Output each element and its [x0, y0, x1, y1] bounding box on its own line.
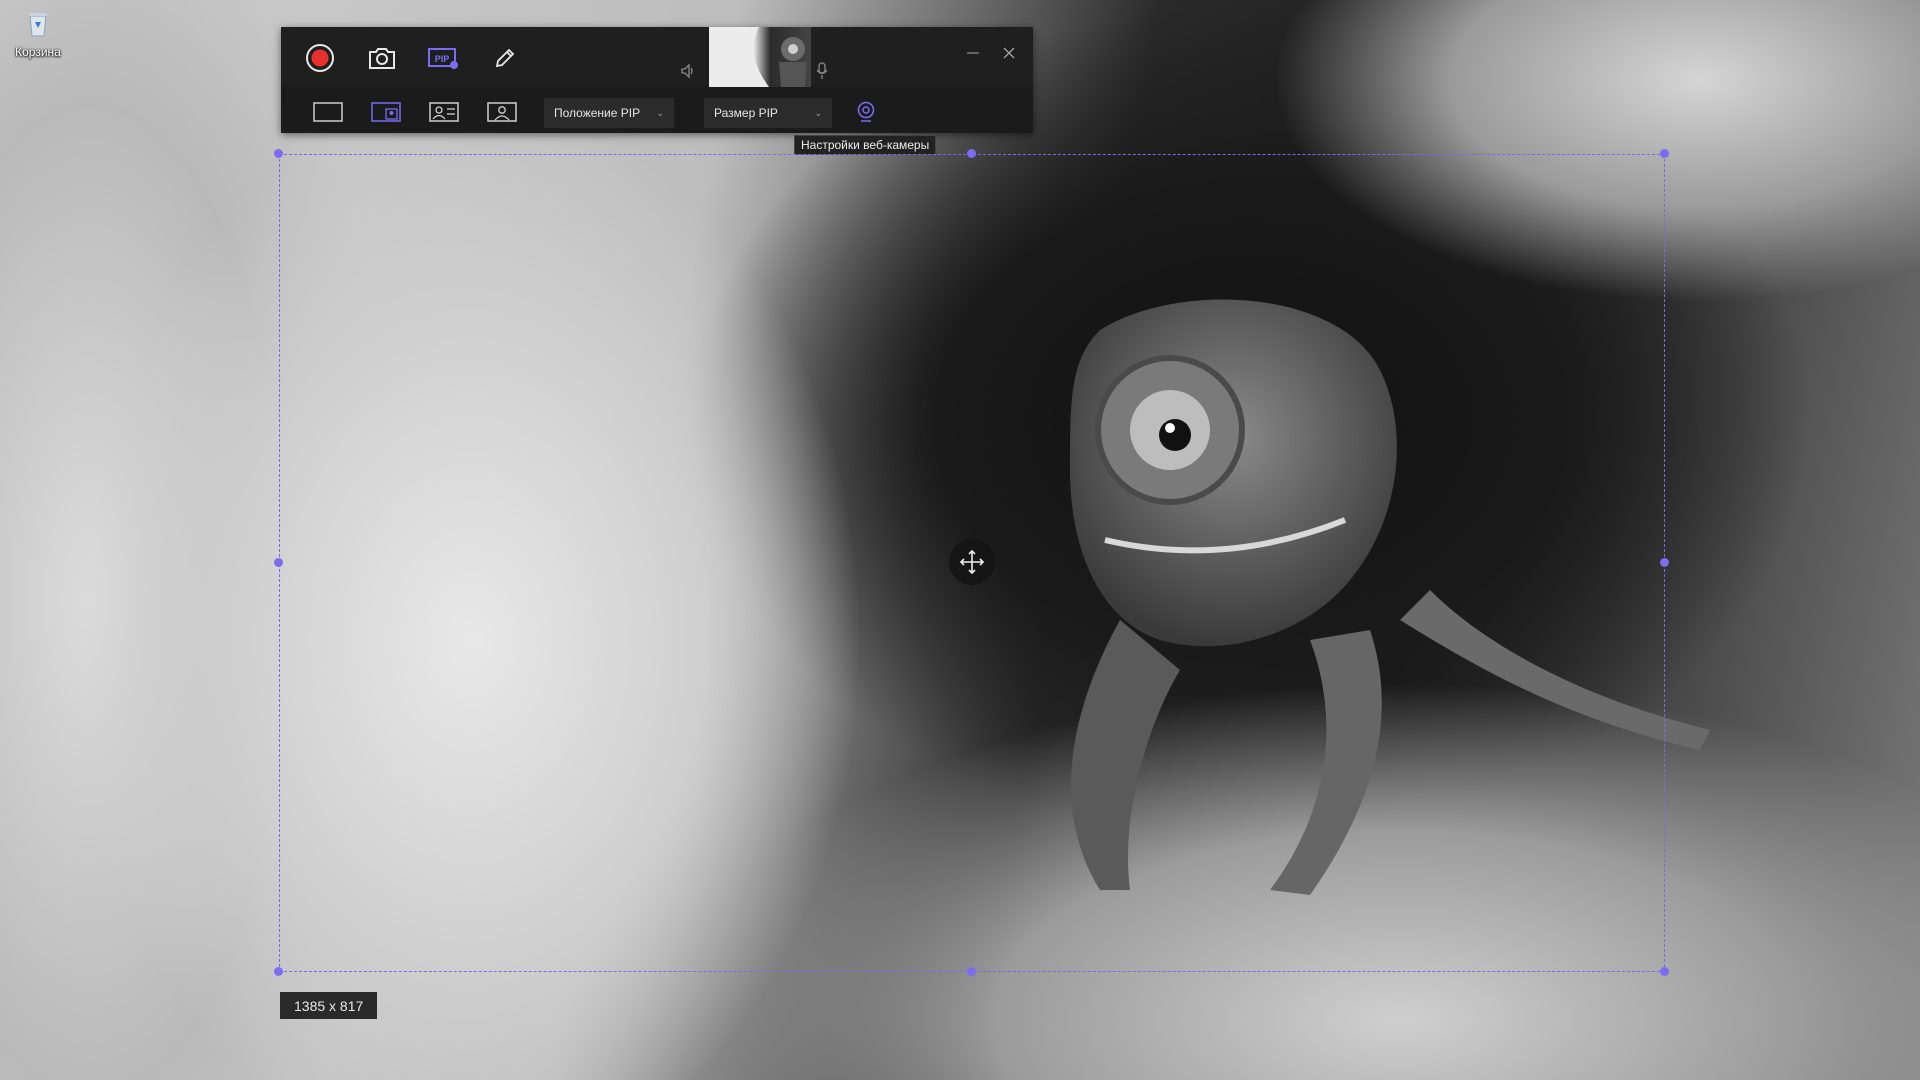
- recycle-bin-shortcut[interactable]: Корзина: [8, 8, 68, 59]
- resize-handle-bottom[interactable]: [967, 967, 976, 976]
- minimize-button[interactable]: [961, 41, 985, 65]
- webcam-preview[interactable]: [709, 27, 811, 87]
- camera-only-icon: [487, 102, 517, 122]
- camera-icon: [369, 48, 395, 69]
- system-audio-button[interactable]: [678, 61, 698, 81]
- pip-icon: PIP: [428, 48, 458, 69]
- record-icon: [306, 44, 334, 72]
- pip-position-dropdown[interactable]: Положение PIP ⌄: [544, 98, 674, 128]
- layout-camera-only-button[interactable]: [485, 97, 519, 127]
- move-arrows-icon: [959, 549, 985, 575]
- minimize-icon: [967, 52, 979, 54]
- layout-pip-side-button[interactable]: [427, 97, 461, 127]
- pip-position-label: Положение PIP: [554, 106, 641, 120]
- close-button[interactable]: [997, 41, 1021, 65]
- resize-handle-top-left[interactable]: [274, 149, 283, 158]
- chevron-down-icon: ⌄: [814, 107, 822, 118]
- screen-only-icon: [313, 102, 343, 122]
- speaker-icon: [681, 63, 693, 79]
- pencil-icon: [495, 48, 515, 68]
- resize-handle-top[interactable]: [967, 149, 976, 158]
- move-region-handle[interactable]: [949, 539, 995, 585]
- pip-toggle-button[interactable]: PIP: [425, 40, 461, 76]
- microphone-icon: [816, 62, 828, 79]
- resize-handle-top-right[interactable]: [1660, 149, 1669, 158]
- resize-handle-bottom-left[interactable]: [274, 967, 283, 976]
- close-icon: [1003, 47, 1015, 59]
- annotate-button[interactable]: [487, 40, 523, 76]
- resize-handle-left[interactable]: [274, 558, 283, 567]
- pip-label: PIP: [435, 54, 450, 64]
- microphone-button[interactable]: [812, 61, 832, 81]
- chevron-down-icon: ⌄: [656, 107, 664, 118]
- pip-size-dropdown[interactable]: Размер PIP ⌄: [704, 98, 832, 128]
- pip-small-icon: [371, 102, 401, 122]
- resize-handle-bottom-right[interactable]: [1660, 967, 1669, 976]
- pip-size-label: Размер PIP: [714, 106, 778, 120]
- layout-pip-small-button[interactable]: [369, 97, 403, 127]
- webcam-settings-tooltip: Настройки веб-камеры: [794, 135, 937, 155]
- resize-handle-right[interactable]: [1660, 558, 1669, 567]
- webcam-settings-button[interactable]: [851, 95, 881, 129]
- webcam-icon: [857, 101, 875, 122]
- layout-screen-only-button[interactable]: [311, 97, 345, 127]
- screenshot-button[interactable]: [364, 40, 400, 76]
- pip-side-icon: [429, 102, 459, 122]
- record-button[interactable]: [302, 40, 338, 76]
- webcam-preview-image: [709, 27, 807, 87]
- recycle-bin-icon: [29, 13, 47, 37]
- region-size-badge: 1385 x 817: [280, 992, 378, 1019]
- recycle-bin-label: Корзина: [15, 45, 61, 59]
- recorder-toolbar: PIP Положение PIP ⌄ Размер PIP ⌄: [281, 27, 1033, 133]
